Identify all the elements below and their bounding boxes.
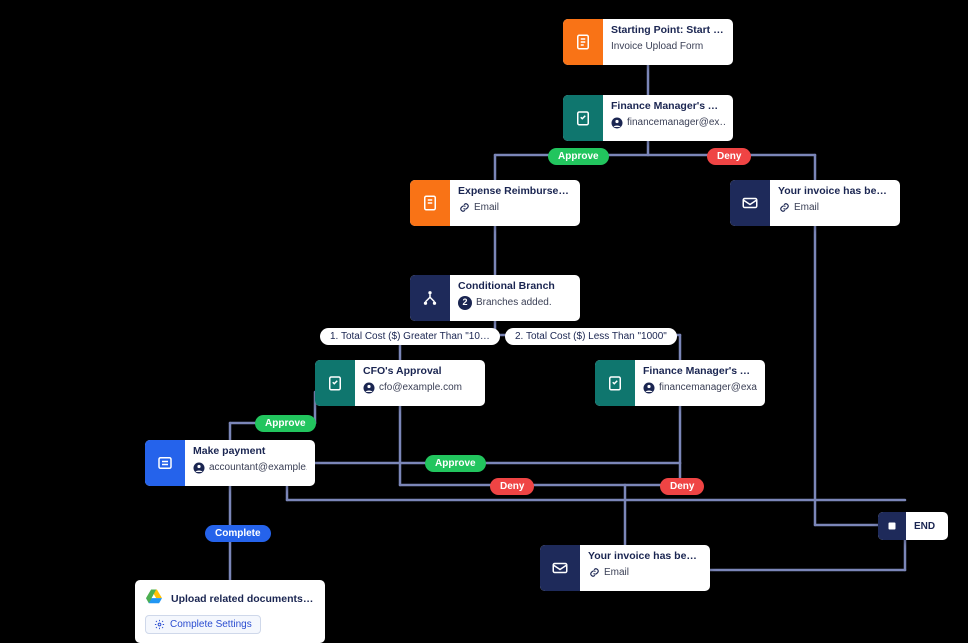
node-start-title: Starting Point: Start Point: [611, 24, 725, 38]
node-end[interactable]: END: [878, 512, 948, 540]
google-drive-icon: [145, 588, 163, 609]
person-icon: [643, 382, 655, 394]
node-cfo-approval[interactable]: CFO's Approval cfo@example.com: [315, 360, 485, 406]
node-denied-email-1[interactable]: Your invoice has been denied. Email: [730, 180, 900, 226]
node-expense-form[interactable]: Expense Reimbursement Form Email: [410, 180, 580, 226]
checklist-icon: [563, 95, 603, 141]
node-expense-title: Expense Reimbursement Form: [458, 185, 572, 199]
node-finance-manager-approval-2[interactable]: Finance Manager's Approval financemanage…: [595, 360, 765, 406]
person-icon: [611, 117, 623, 129]
node-denied2-subtitle: Email: [604, 566, 629, 580]
node-fm2-subtitle: financemanager@exa…: [659, 381, 757, 395]
link-icon: [588, 567, 600, 579]
pill-approve-cfo: Approve: [255, 415, 316, 432]
node-fm1-title: Finance Manager's Approval: [611, 100, 725, 114]
node-fm2-title: Finance Manager's Approval: [643, 365, 757, 379]
form-icon: [410, 180, 450, 226]
node-gdrive-upload[interactable]: Upload related documents to… Complete Se…: [135, 580, 325, 643]
pill-deny-cfo: Deny: [490, 478, 534, 495]
link-icon: [458, 202, 470, 214]
pill-condition-2: 2. Total Cost ($) Less Than "1000": [505, 328, 677, 345]
complete-settings-label: Complete Settings: [170, 619, 252, 630]
checklist-icon: [595, 360, 635, 406]
pill-deny-fm2: Deny: [660, 478, 704, 495]
node-cfo-subtitle: cfo@example.com: [379, 381, 462, 395]
document-icon: [563, 19, 603, 65]
node-denied-email-2[interactable]: Your invoice has been denied. Email: [540, 545, 710, 591]
gear-icon: [154, 619, 165, 630]
node-end-label: END: [906, 521, 943, 532]
pill-approve-fm2: Approve: [425, 455, 486, 472]
stop-icon: [878, 512, 906, 540]
checklist-icon: [315, 360, 355, 406]
node-finance-manager-approval-1[interactable]: Finance Manager's Approval financemanage…: [563, 95, 733, 141]
node-expense-subtitle: Email: [474, 201, 499, 215]
complete-settings-button[interactable]: Complete Settings: [145, 615, 261, 634]
link-icon: [778, 202, 790, 214]
node-make-payment[interactable]: Make payment accountant@example.…: [145, 440, 315, 486]
list-icon: [145, 440, 185, 486]
node-fm1-subtitle: financemanager@ex…: [627, 116, 725, 130]
node-start[interactable]: Starting Point: Start Point Invoice Uplo…: [563, 19, 733, 65]
branch-count-badge: 2: [458, 296, 472, 310]
pill-deny-fm1: Deny: [707, 148, 751, 165]
node-payment-subtitle: accountant@example.…: [209, 461, 307, 475]
node-gdrive-title: Upload related documents to…: [171, 593, 315, 605]
person-icon: [193, 462, 205, 474]
pill-condition-1: 1. Total Cost ($) Greater Than "10…: [320, 328, 500, 345]
branch-icon: [410, 275, 450, 321]
node-denied1-title: Your invoice has been denied.: [778, 185, 892, 199]
envelope-icon: [730, 180, 770, 226]
node-branch-subtitle: Branches added.: [476, 296, 552, 310]
person-icon: [363, 382, 375, 394]
node-branch-title: Conditional Branch: [458, 280, 572, 294]
node-start-subtitle: Invoice Upload Form: [611, 40, 725, 54]
envelope-icon: [540, 545, 580, 591]
pill-approve-fm1: Approve: [548, 148, 609, 165]
node-payment-title: Make payment: [193, 445, 307, 459]
node-cfo-title: CFO's Approval: [363, 365, 477, 379]
node-denied1-subtitle: Email: [794, 201, 819, 215]
node-denied2-title: Your invoice has been denied.: [588, 550, 702, 564]
pill-complete: Complete: [205, 525, 271, 542]
node-conditional-branch[interactable]: Conditional Branch 2 Branches added.: [410, 275, 580, 321]
